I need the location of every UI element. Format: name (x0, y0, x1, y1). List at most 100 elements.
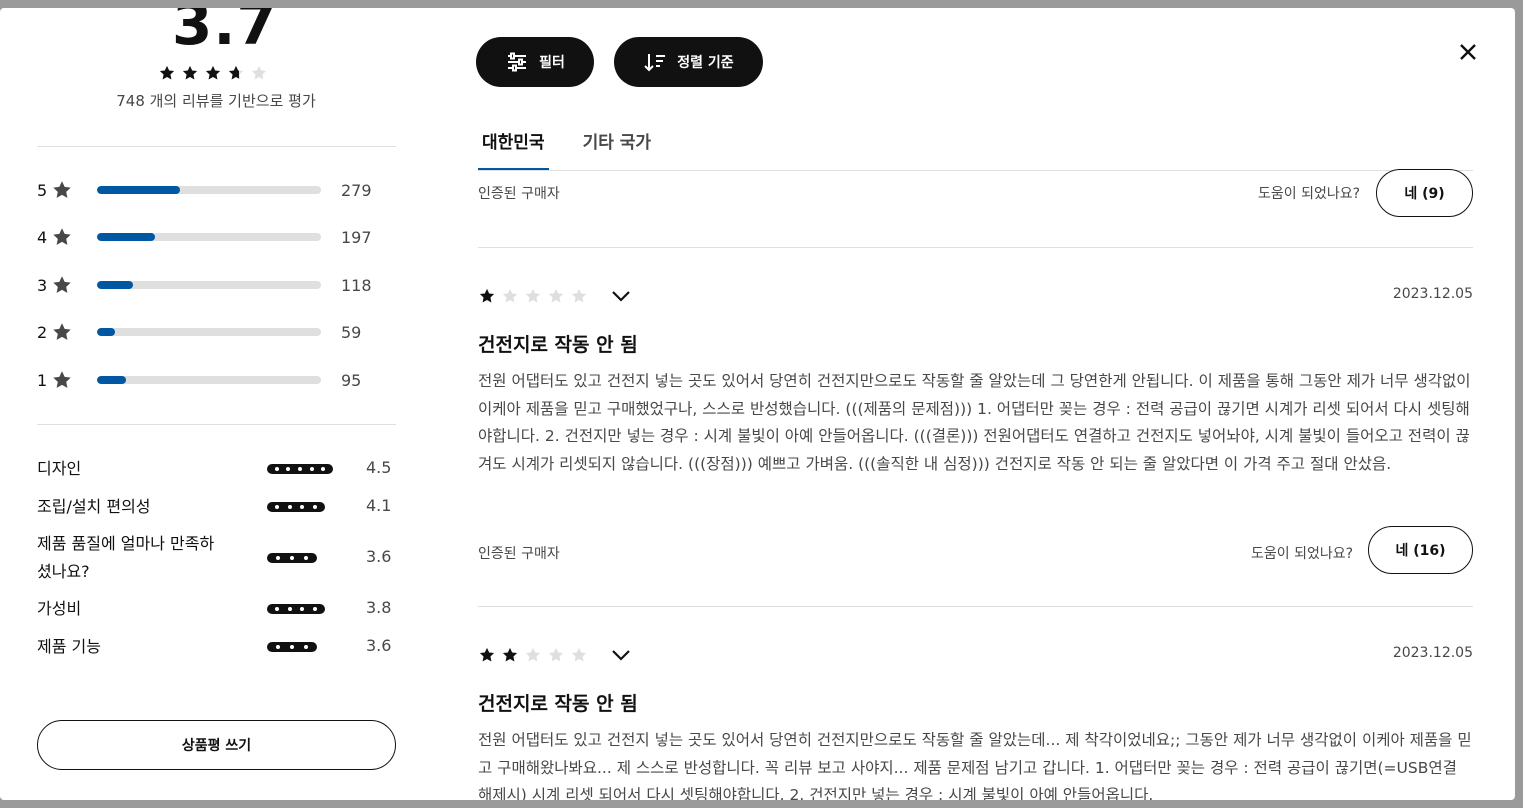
divider (478, 606, 1473, 607)
star-icon (204, 64, 222, 82)
rating-distribution-row[interactable]: 2 59 (37, 320, 397, 344)
rating-dot (312, 505, 317, 509)
rating-dot (304, 645, 308, 649)
attribute-label: 제품 기능 (37, 637, 101, 656)
review-stars (478, 643, 633, 667)
rating-distribution-fill (97, 328, 115, 336)
rating-count: 59 (341, 322, 362, 342)
star-icon (51, 179, 73, 201)
tab-other-countries[interactable]: 기타 국가 (579, 126, 655, 171)
star-icon (51, 321, 73, 343)
sort-button[interactable]: 정렬 기준 (614, 37, 763, 87)
attribute-rating-row: 가성비 3.8 (37, 595, 397, 623)
rating-dot (309, 467, 314, 471)
rating-distribution-row[interactable]: 3 118 (37, 273, 397, 297)
rating-level-label: 1 (37, 370, 48, 390)
star-icon (478, 646, 496, 664)
rating-level-label: 3 (37, 275, 48, 295)
verified-buyer-label: 인증된 구매자 (478, 186, 560, 202)
rating-distribution-row[interactable]: 1 95 (37, 368, 397, 392)
rating-count: 279 (341, 180, 372, 200)
review-stars (478, 284, 633, 308)
rating-distribution-bar (97, 281, 321, 289)
star-icon (524, 287, 542, 305)
helpful-yes-button[interactable]: 네 (9) (1376, 169, 1473, 217)
star-icon (547, 287, 565, 305)
filter-button[interactable]: 필터 (476, 37, 594, 87)
attribute-rating-bar (267, 642, 317, 652)
rating-dot (287, 607, 292, 611)
rating-count: 118 (341, 275, 372, 295)
star-icon (478, 287, 496, 305)
rating-dot (300, 607, 305, 611)
rating-level-label: 5 (37, 180, 48, 200)
attribute-rating-bar (267, 502, 325, 512)
helpful-question: 도움이 되었나요? (1258, 186, 1361, 202)
rating-dot (276, 645, 280, 649)
attribute-value: 3.8 (366, 598, 392, 617)
rating-dot (287, 505, 292, 509)
sort-button-label: 정렬 기준 (677, 55, 734, 71)
rating-distribution-fill (97, 281, 133, 289)
review-date: 2023.12.05 (1392, 286, 1473, 302)
chevron-down-icon[interactable] (609, 284, 633, 308)
verified-buyer-label: 인증된 구매자 (478, 546, 560, 562)
attribute-label: 가성비 (37, 599, 82, 618)
attribute-rating-row: 디자인 4.5 (37, 455, 397, 483)
tab-korea[interactable]: 대한민국 (478, 126, 549, 171)
rating-distribution-bar (97, 328, 321, 336)
helpful-question: 도움이 되었나요? (1251, 546, 1354, 562)
attribute-rating-row: 제품 품질에 얼마나 만족하셨나요? 3.6 (37, 530, 397, 586)
star-icon (250, 64, 268, 82)
rating-distribution-fill (97, 186, 180, 194)
rating-dot (286, 467, 291, 471)
rating-level-label: 4 (37, 227, 48, 247)
rating-distribution-row[interactable]: 5 279 (37, 178, 397, 202)
rating-dot (297, 467, 302, 471)
rating-dot (321, 467, 326, 471)
review-title: 건전지로 작동 안 됨 (478, 334, 638, 356)
divider (37, 424, 396, 425)
attribute-label: 제품 품질에 얼마나 만족하셨나요? (37, 534, 215, 581)
attribute-label: 디자인 (37, 459, 82, 478)
rating-distribution-fill (97, 233, 156, 241)
rating-distribution-bar (97, 376, 321, 384)
review-body: 전원 어댑터도 있고 건전지 넣는 곳도 있어서 당연히 건전지만으로도 작동할… (478, 731, 1472, 800)
star-icon (501, 287, 519, 305)
average-rating: 3.7 (172, 8, 278, 58)
star-icon (51, 226, 73, 248)
rating-count: 197 (341, 227, 372, 247)
rating-dot (300, 505, 305, 509)
star-icon (158, 64, 176, 82)
divider (37, 146, 396, 147)
reviews-modal: 3.7 748 개의 리뷰를 기반으로 평가 5 279 4 197 3 118 2 59 1 9… (0, 8, 1515, 800)
divider (478, 247, 1473, 248)
write-review-button[interactable]: 상품평 쓰기 (37, 720, 396, 770)
star-icon (181, 64, 199, 82)
attribute-label: 조립/설치 편의성 (37, 497, 151, 516)
star-icon (547, 646, 565, 664)
rating-distribution-bar (97, 233, 321, 241)
rating-distribution-fill (97, 376, 127, 384)
attribute-value: 3.6 (366, 636, 392, 655)
attribute-rating-row: 제품 기능 3.6 (37, 633, 397, 661)
rating-distribution-row[interactable]: 4 197 (37, 225, 397, 249)
rating-distribution-bar (97, 186, 321, 194)
star-icon (51, 369, 73, 391)
attribute-rating-row: 조립/설치 편의성 4.1 (37, 493, 397, 521)
rating-level-label: 2 (37, 322, 48, 342)
chevron-down-icon[interactable] (609, 643, 633, 667)
rating-dot (275, 505, 280, 509)
review-title: 건전지로 작동 안 됨 (478, 693, 638, 715)
star-icon (524, 646, 542, 664)
attribute-value: 4.1 (366, 496, 392, 515)
attribute-value: 4.5 (366, 458, 392, 477)
review-count-text: 748 개의 리뷰를 기반으로 평가 (116, 92, 316, 110)
close-icon[interactable] (1452, 36, 1484, 68)
attribute-rating-bar (267, 464, 333, 474)
helpful-yes-button[interactable]: 네 (16) (1368, 526, 1473, 574)
attribute-rating-bar (267, 553, 317, 563)
filter-button-label: 필터 (539, 55, 565, 71)
rating-dot (304, 556, 308, 560)
rating-dot (275, 607, 280, 611)
